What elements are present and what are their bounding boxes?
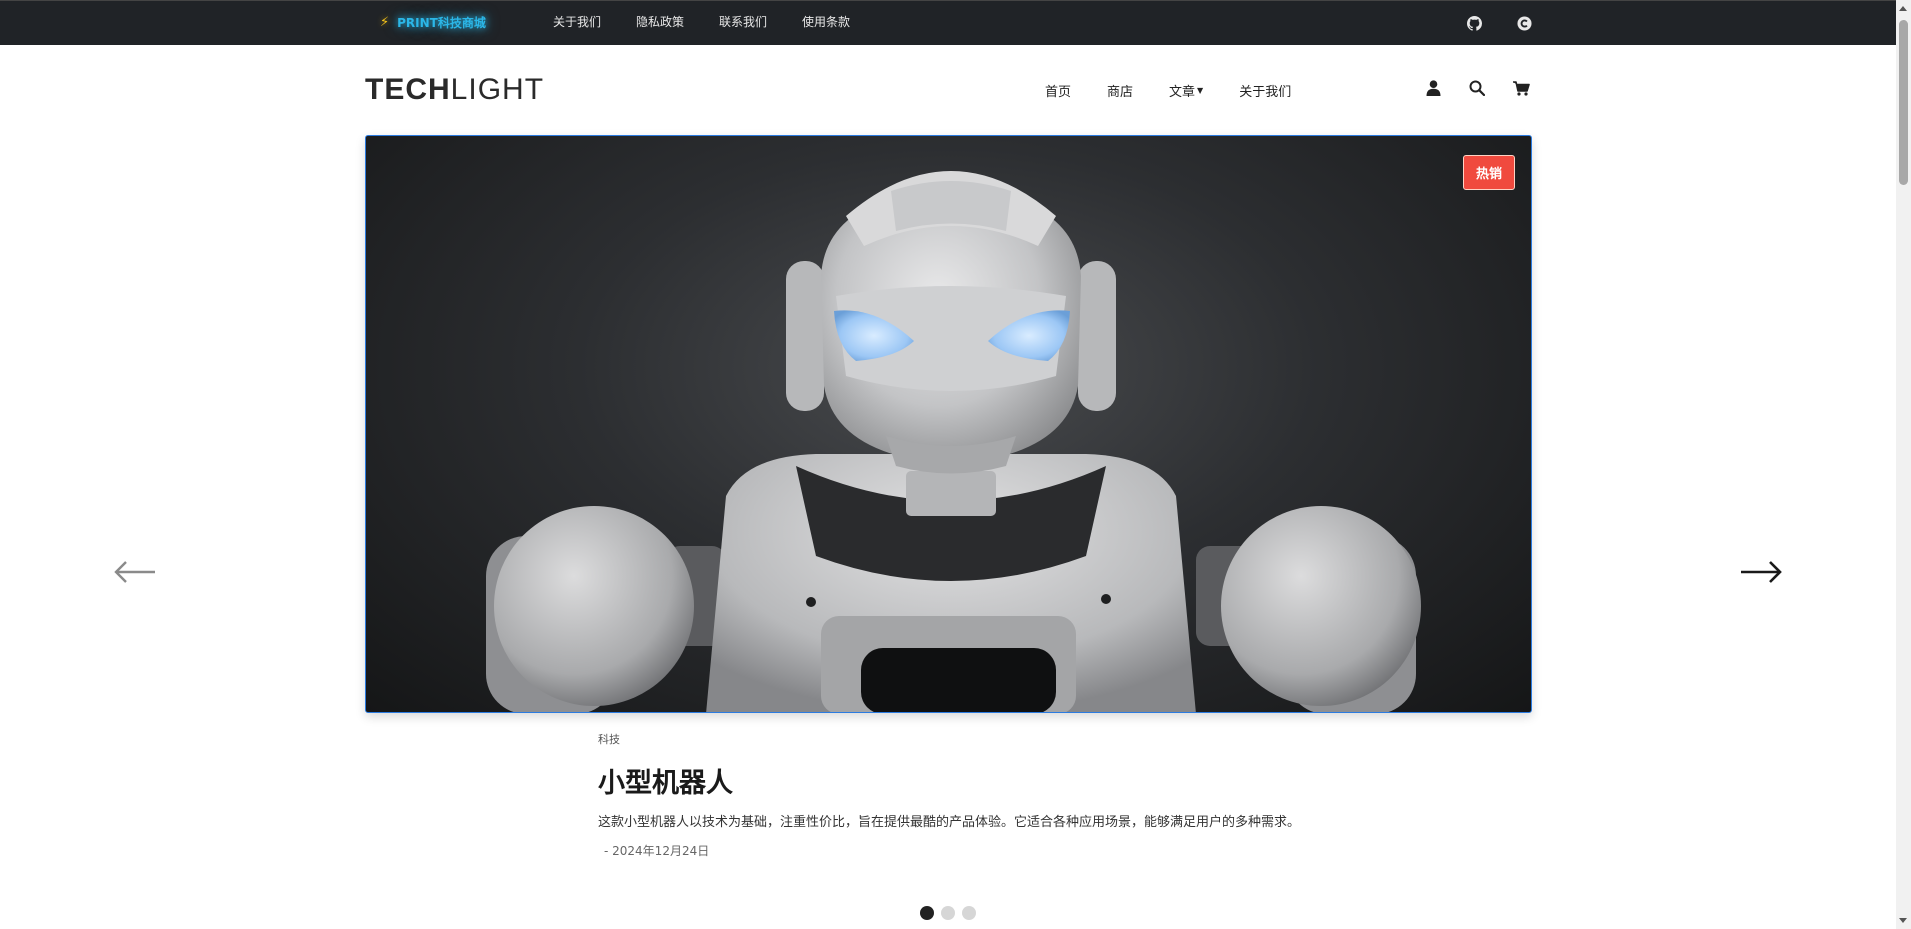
carousel-dot[interactable] bbox=[962, 906, 976, 920]
slide-caption: 科技 小型机器人 这款小型机器人以技术为基础，注重性价比，旨在提供最酷的产品体验… bbox=[598, 731, 1318, 859]
github-icon[interactable] bbox=[1465, 14, 1483, 32]
slide-date: - 2024年12月24日 bbox=[604, 844, 710, 858]
nav-about[interactable]: 关于我们 bbox=[1239, 81, 1291, 100]
site-logo[interactable]: TECHLIGHT bbox=[365, 73, 544, 107]
hero-banner[interactable]: 热销 bbox=[365, 135, 1532, 713]
carousel-dots bbox=[920, 906, 976, 920]
slide-category[interactable]: 科技 bbox=[598, 731, 1318, 747]
scroll-up-arrow[interactable] bbox=[1899, 6, 1907, 11]
arrow-right-icon bbox=[1741, 561, 1782, 583]
lightning-icon: ⚡ bbox=[380, 15, 390, 30]
robot-image bbox=[486, 171, 1421, 712]
nav-articles-label: 文章 bbox=[1169, 85, 1196, 100]
scroll-thumb[interactable] bbox=[1899, 20, 1908, 185]
main-nav: 首页 商店 文章 ▼ 关于我们 bbox=[1045, 81, 1327, 100]
page-scrollbar[interactable] bbox=[1896, 0, 1911, 929]
search-icon[interactable] bbox=[1468, 79, 1486, 97]
brand-link[interactable]: ⚡ PRINT科技商城 bbox=[380, 14, 486, 31]
top-link-contact[interactable]: 联系我们 bbox=[719, 13, 767, 30]
scroll-down-arrow[interactable] bbox=[1899, 918, 1907, 923]
carousel-dot[interactable] bbox=[920, 906, 934, 920]
nav-articles[interactable]: 文章 ▼ bbox=[1169, 81, 1203, 100]
logo-light-text: LIGHT bbox=[450, 73, 545, 106]
top-icons bbox=[1465, 14, 1533, 32]
slide-description: 这款小型机器人以技术为基础，注重性价比，旨在提供最酷的产品体验。它适合各种应用场… bbox=[598, 815, 1301, 830]
caret-down-icon: ▼ bbox=[1197, 86, 1204, 95]
site-header: TECHLIGHT 首页 商店 文章 ▼ 关于我们 bbox=[0, 45, 1896, 135]
hot-sale-badge: 热销 bbox=[1462, 155, 1515, 190]
carousel-next-button[interactable] bbox=[1739, 560, 1783, 584]
user-icon[interactable] bbox=[1424, 79, 1442, 97]
slide-title[interactable]: 小型机器人 bbox=[598, 761, 1318, 800]
carousel-dot[interactable] bbox=[941, 906, 955, 920]
nav-shop[interactable]: 商店 bbox=[1107, 81, 1133, 100]
top-link-terms[interactable]: 使用条款 bbox=[802, 13, 850, 30]
copyright-icon[interactable] bbox=[1515, 14, 1533, 32]
header-icons bbox=[1424, 79, 1530, 97]
top-link-privacy[interactable]: 隐私政策 bbox=[636, 13, 684, 30]
brand-label: PRINT科技商城 bbox=[397, 16, 486, 30]
top-link-about[interactable]: 关于我们 bbox=[553, 13, 601, 30]
logo-bold-text: TECH bbox=[365, 73, 451, 106]
arrow-left-icon bbox=[114, 561, 155, 583]
top-links: 关于我们 隐私政策 联系我们 使用条款 bbox=[553, 13, 850, 30]
nav-home[interactable]: 首页 bbox=[1045, 81, 1071, 100]
top-bar: ⚡ PRINT科技商城 关于我们 隐私政策 联系我们 使用条款 bbox=[0, 0, 1896, 45]
carousel-prev-button[interactable] bbox=[113, 560, 157, 584]
cart-icon[interactable] bbox=[1512, 79, 1530, 97]
